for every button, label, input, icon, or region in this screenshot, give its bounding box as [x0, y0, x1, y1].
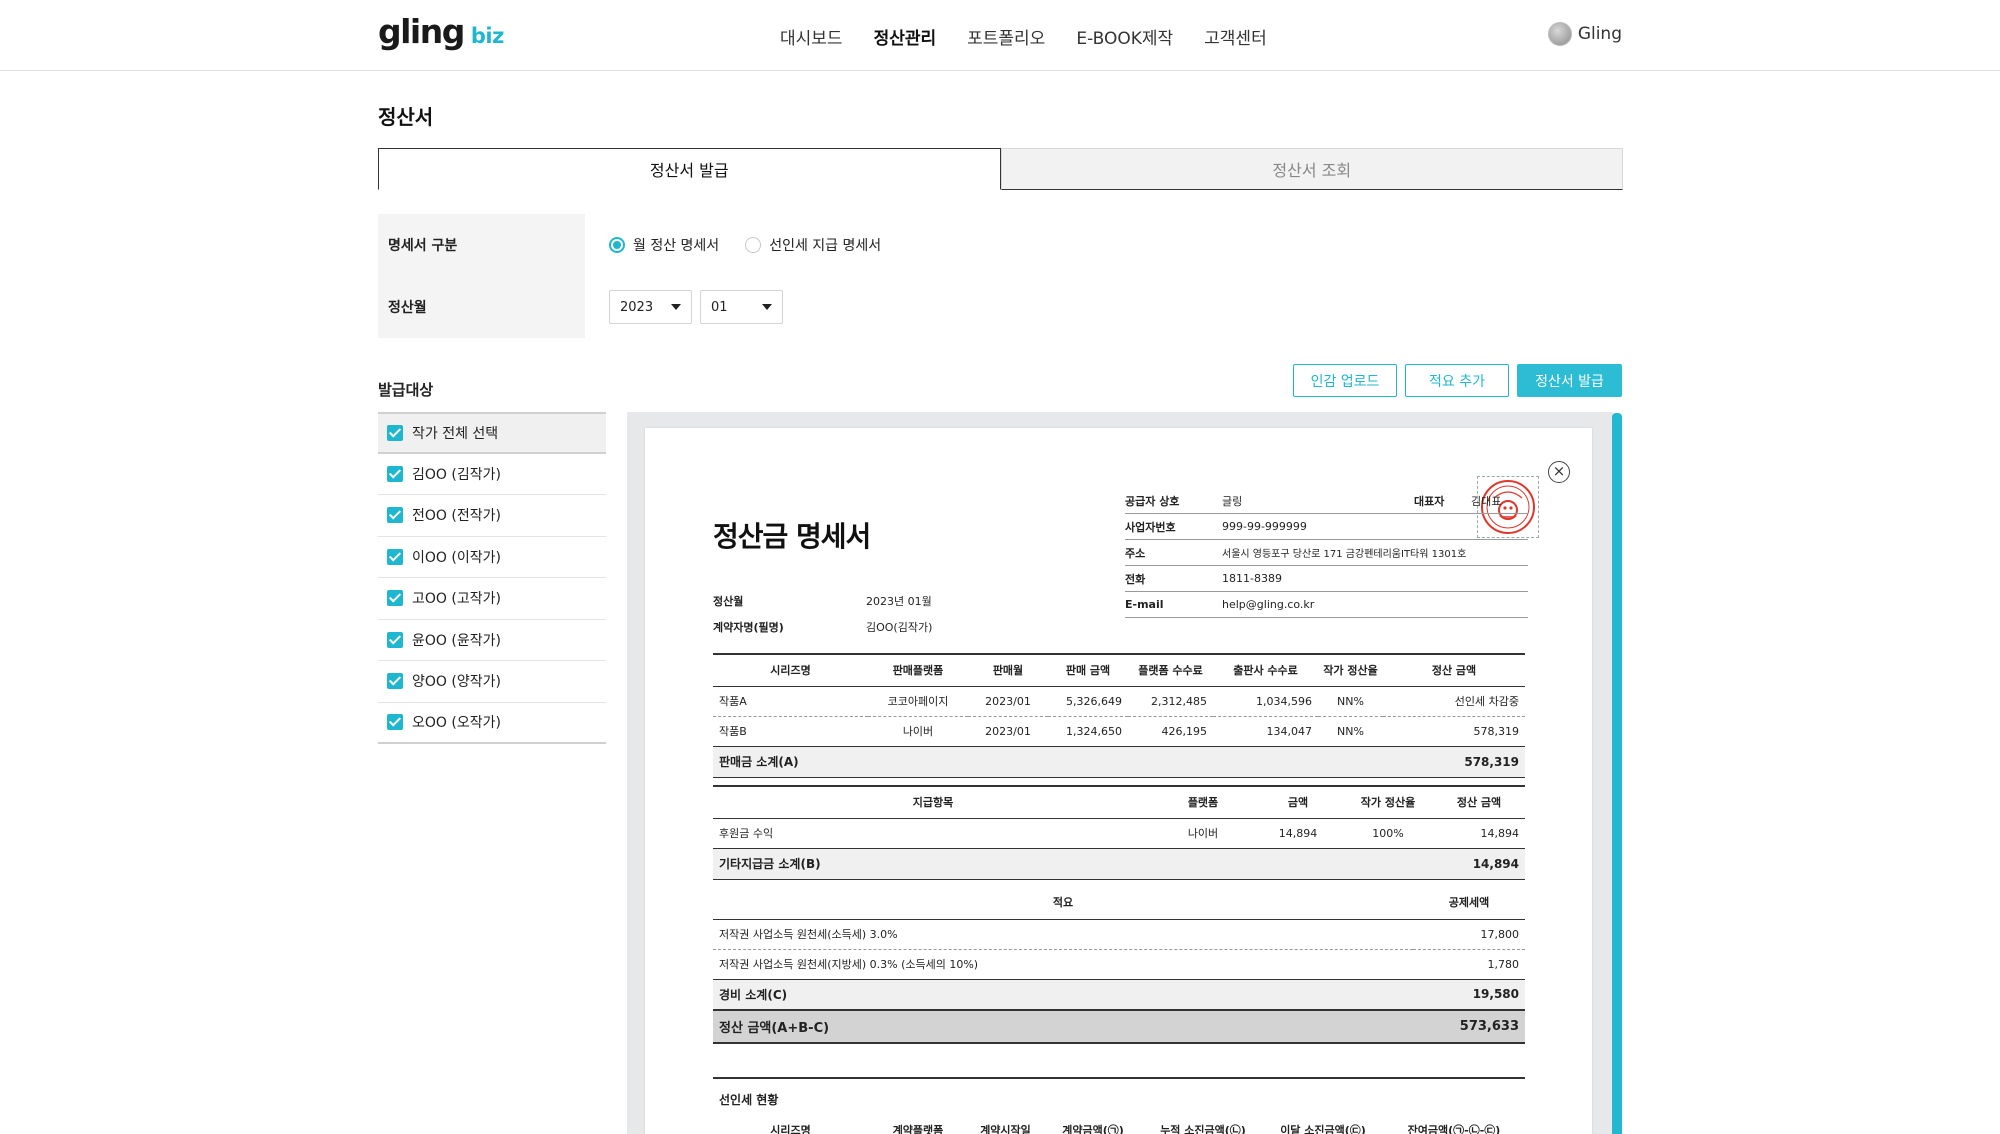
logo-sub-text: biz	[470, 24, 504, 48]
radio-monthly[interactable]: 월 정산 명세서	[609, 235, 719, 255]
nav-dashboard[interactable]: 대시보드	[780, 24, 843, 49]
doc-title: 정산금 명세서	[713, 520, 871, 553]
upload-stamp-button[interactable]: 인감 업로드	[1293, 364, 1397, 397]
targets-label: 발급대상	[378, 381, 434, 399]
top-navigation-bar: gling biz 대시보드 정산관리 포트폴리오 E-BOOK제작 고객센터 …	[0, 0, 2000, 71]
logo-main-text: gling	[378, 12, 465, 51]
author-item[interactable]: 양OO (양작가)	[378, 661, 606, 703]
nav-portfolio[interactable]: 포트폴리오	[967, 24, 1045, 49]
avatar	[1547, 22, 1572, 46]
table-row: 후원금 수익 나이버 14,894 100% 14,894	[713, 818, 1525, 849]
checkbox-checked-icon[interactable]	[387, 465, 403, 482]
select-all-label: 작가 전체 선택	[412, 425, 499, 442]
supplier-biz-row: 사업자번호 999-99-999999	[1125, 514, 1528, 540]
table-row: 저작권 사업소득 원천세(지방세) 0.3% (소득세의 10%) 1,780	[713, 949, 1525, 980]
checkbox-checked-icon[interactable]	[387, 548, 403, 565]
table-row: 작품B 나이버 2023/01 1,324,650 426,195 134,047 N…	[713, 716, 1525, 747]
main-nav: 대시보드 정산관리 포트폴리오 E-BOOK제작 고객센터	[780, 24, 1267, 49]
gling-biz-logo[interactable]: gling biz	[378, 12, 504, 51]
tab-inquiry[interactable]: 정산서 조회	[1000, 148, 1623, 190]
checkbox-checked-icon[interactable]	[387, 714, 403, 731]
filter-form: 명세서 구분 월 정산 명세서 선인세 지급 명세서 정산월 2023 01	[378, 214, 1623, 338]
author-name: 양OO (양작가)	[412, 674, 501, 691]
tab-issue[interactable]: 정산서 발급	[378, 148, 1001, 190]
radio-advance-dot[interactable]	[745, 237, 762, 253]
etc-subtotal-row: 기타지급금 소계(B) 14,894	[713, 847, 1525, 880]
month-select[interactable]: 01	[700, 290, 783, 324]
advance-table-header: 시리즈명 계약플랫폼 계약시작일 계약금액(㉠) 누적 소진금액(㉡) 이달 소…	[770, 1124, 1501, 1134]
year-select[interactable]: 2023	[609, 290, 692, 324]
author-name: 이OO (이작가)	[412, 549, 501, 566]
checkbox-checked-icon[interactable]	[387, 507, 403, 524]
statement-meta: 정산월 2023년 01월 계약자명(필명) 김OO(김작가)	[713, 595, 933, 634]
tab-bar: 정산서 발급 정산서 조회	[378, 148, 1623, 190]
supplier-tel-row: 전화 1811-8389	[1125, 566, 1528, 592]
supplier-addr-row: 주소 서울시 영등포구 당산로 171 금강펜테리움IT타워 1301호	[1125, 540, 1528, 566]
author-item[interactable]: 윤OO (윤작가)	[378, 620, 606, 661]
sales-subtotal-row: 판매금 소계(A) 578,319	[713, 745, 1525, 778]
total-row: 정산 금액(A+B-C) 573,633	[713, 1009, 1525, 1044]
deduction-table: 적요 공제세액 저작권 사업소득 원천세(소득세) 3.0% 17,800 저작…	[713, 885, 1525, 1044]
author-name: 김OO (김작가)	[412, 466, 501, 483]
author-item[interactable]: 오OO (오작가)	[378, 703, 606, 744]
author-list: 작가 전체 선택 김OO (김작가) 전OO (전작가) 이OO (이작가) 고…	[378, 412, 606, 744]
author-name: 고OO (고작가)	[412, 591, 501, 608]
nav-ebook[interactable]: E-BOOK제작	[1076, 24, 1173, 49]
checkbox-checked-icon[interactable]	[387, 631, 403, 648]
statement-type-row: 명세서 구분 월 정산 명세서 선인세 지급 명세서	[378, 214, 1623, 276]
sales-table: 시리즈명 판매플랫폼 판매월 판매 금액 플랫폼 수수료 출판사 수수료 작가 정산율…	[713, 653, 1525, 778]
radio-advance[interactable]: 선인세 지급 명세서	[745, 235, 881, 255]
supplier-info: 공급자 상호 글링 대표자 김대표 사업자번호 999-99-999999 주소…	[1125, 488, 1528, 618]
preview-scrollbar[interactable]	[1612, 413, 1622, 1134]
statement-paper: 정산금 명세서 × 공급자 상호 글링 대표자 김대표 사업자번호 999-99…	[645, 428, 1592, 1134]
radio-monthly-dot[interactable]	[609, 237, 625, 253]
settlement-month-label: 정산월	[378, 276, 585, 338]
author-name: 오OO (오작가)	[412, 715, 501, 732]
nav-settlement[interactable]: 정산관리	[874, 24, 937, 49]
checkbox-checked-icon[interactable]	[387, 424, 403, 441]
action-buttons: 인감 업로드 적요 추가 정산서 발급	[1293, 364, 1622, 397]
year-value: 2023	[620, 299, 654, 315]
table-row: 저작권 사업소득 원천세(소득세) 3.0% 17,800	[713, 918, 1525, 950]
nav-support[interactable]: 고객센터	[1204, 24, 1267, 49]
advance-section-title: 선인세 현황	[713, 1077, 1525, 1108]
checkbox-checked-icon[interactable]	[387, 590, 403, 607]
chevron-down-icon	[762, 304, 772, 310]
supplier-email-row: E-mail help@gling.co.kr	[1125, 592, 1528, 618]
issue-statement-button[interactable]: 정산서 발급	[1517, 364, 1622, 397]
table-row: 작품A 코코아페이지 2023/01 5,326,649 2,312,485 1,03…	[713, 686, 1525, 717]
user-name: Gling	[1577, 24, 1622, 44]
supplier-name-row: 공급자 상호 글링 대표자 김대표	[1125, 488, 1528, 514]
author-name: 전OO (전작가)	[412, 508, 501, 525]
select-all-authors[interactable]: 작가 전체 선택	[378, 412, 606, 454]
page-title: 정산서	[378, 105, 434, 129]
author-item[interactable]: 이OO (이작가)	[378, 537, 606, 578]
user-menu[interactable]: Gling	[1547, 22, 1622, 46]
etc-payment-table: 지급항목 플랫폼 금액 작가 정산율 정산 금액 후원금 수익 나이버 14,894 1…	[713, 785, 1525, 880]
add-note-button[interactable]: 적요 추가	[1405, 364, 1509, 397]
author-item[interactable]: 고OO (고작가)	[378, 578, 606, 620]
author-item[interactable]: 김OO (김작가)	[378, 454, 606, 495]
deduction-subtotal-row: 경비 소계(C) 19,580	[713, 978, 1525, 1011]
month-value: 01	[711, 299, 728, 315]
chevron-down-icon	[671, 304, 681, 310]
radio-advance-label: 선인세 지급 명세서	[769, 238, 882, 254]
checkbox-checked-icon[interactable]	[387, 673, 403, 690]
statement-preview[interactable]: 정산금 명세서 × 공급자 상호 글링 대표자 김대표 사업자번호 999-99…	[627, 412, 1613, 1134]
statement-type-label: 명세서 구분	[378, 214, 585, 276]
author-name: 윤OO (윤작가)	[412, 632, 501, 649]
settlement-month-row: 정산월 2023 01	[378, 276, 1623, 338]
radio-monthly-label: 월 정산 명세서	[633, 238, 720, 254]
author-item[interactable]: 전OO (전작가)	[378, 495, 606, 537]
remove-stamp-close-icon[interactable]: ×	[1548, 461, 1570, 483]
